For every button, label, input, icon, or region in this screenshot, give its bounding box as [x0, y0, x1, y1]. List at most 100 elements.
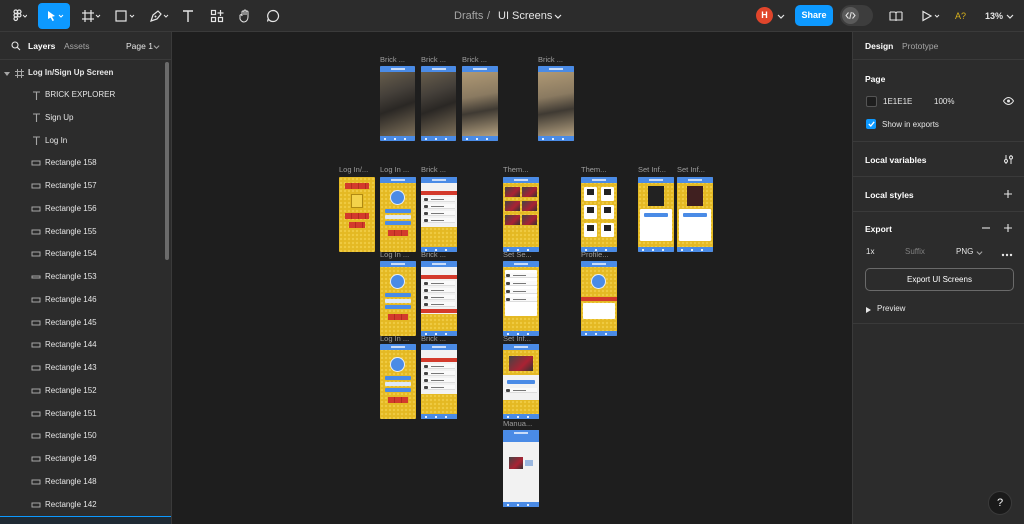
screen-login-form-2[interactable]: [380, 261, 416, 336]
frame-label-brick-5[interactable]: Brick ...: [421, 165, 456, 174]
screen-set-info-1[interactable]: [638, 177, 674, 252]
screen-brick-camera-4[interactable]: [538, 66, 574, 141]
local-variables-label[interactable]: Local variables: [865, 155, 926, 165]
frame-label-setinf-3[interactable]: Set Inf...: [503, 334, 538, 343]
figma-menu-icon[interactable]: [6, 3, 32, 29]
hand-tool-icon[interactable]: [234, 3, 256, 29]
export-ui-screens-button[interactable]: Export UI Screens: [865, 268, 1014, 291]
screen-brick-camera-2[interactable]: [421, 66, 456, 141]
eye-icon[interactable]: [1002, 96, 1015, 107]
page-chevron-icon[interactable]: [153, 43, 160, 52]
show-in-exports-checkbox[interactable]: [866, 119, 876, 129]
dev-mode-toggle[interactable]: [840, 5, 873, 26]
local-styles-label[interactable]: Local styles: [865, 190, 914, 200]
layer-row[interactable]: Rectangle 154: [0, 243, 165, 265]
screen-brick-list-1[interactable]: [421, 177, 457, 252]
frame-label-setinf-2[interactable]: Set Inf...: [677, 165, 712, 174]
frame-label-login-1[interactable]: Log In/...: [339, 165, 374, 174]
local-variables-section[interactable]: Local variables: [853, 142, 1024, 177]
layer-row[interactable]: Rectangle 144: [0, 334, 165, 356]
layer-row[interactable]: Rectangle 145: [0, 312, 165, 334]
tab-assets[interactable]: Assets: [64, 32, 90, 60]
frame-label-login-2[interactable]: Log In ...: [380, 165, 415, 174]
preview-label[interactable]: Preview: [877, 304, 905, 313]
tab-design[interactable]: Design: [865, 32, 893, 60]
layer-row[interactable]: Rectangle 156: [0, 198, 165, 220]
page-color-swatch[interactable]: [866, 96, 877, 107]
move-tool-icon[interactable]: [38, 3, 70, 29]
file-name[interactable]: UI Screens: [498, 0, 552, 32]
pen-tool-icon[interactable]: [145, 3, 173, 29]
local-styles-section[interactable]: Local styles: [853, 177, 1024, 212]
comment-icon[interactable]: [262, 3, 284, 29]
help-button[interactable]: ?: [988, 491, 1012, 515]
tab-prototype[interactable]: Prototype: [902, 32, 938, 60]
layer-row[interactable]: Rectangle 148: [0, 471, 165, 493]
page-selector[interactable]: Page 1: [126, 32, 153, 60]
design-canvas[interactable]: Brick ... Brick ... Brick ... Brick ... …: [172, 32, 852, 524]
notification-badge[interactable]: A?: [955, 0, 966, 32]
zoom-chevron-icon[interactable]: [1005, 3, 1015, 29]
format-chevron-icon[interactable]: [976, 249, 983, 258]
frame-label-login-3[interactable]: Log In ...: [380, 250, 415, 259]
layer-row[interactable]: Log In: [0, 130, 165, 152]
layer-row[interactable]: Rectangle 149: [0, 448, 165, 470]
frame-label-brick-1[interactable]: Brick ...: [380, 55, 412, 64]
screen-brick-list-3[interactable]: [421, 344, 457, 419]
screen-themes-1[interactable]: [503, 177, 539, 252]
add-export-icon[interactable]: [1003, 223, 1013, 235]
screen-manual[interactable]: [503, 430, 539, 507]
screen-set-info-2[interactable]: [677, 177, 713, 252]
screen-login-form-1[interactable]: [380, 177, 416, 252]
search-icon[interactable]: [11, 41, 21, 53]
resources-icon[interactable]: [206, 3, 228, 29]
layer-row[interactable]: Sign Up: [0, 107, 165, 129]
avatar[interactable]: H: [756, 7, 773, 24]
frame-label-brick-2[interactable]: Brick ...: [421, 55, 453, 64]
add-style-icon[interactable]: [1003, 189, 1013, 201]
frame-label-manual[interactable]: Manua...: [503, 419, 538, 428]
screen-login-signup[interactable]: [339, 177, 375, 252]
screen-brick-camera-3[interactable]: [462, 66, 498, 141]
layers-scrollbar[interactable]: [165, 62, 169, 260]
library-icon[interactable]: [886, 3, 906, 29]
layer-row[interactable]: Rectangle 158: [0, 152, 165, 174]
frame-tool-icon[interactable]: [78, 3, 104, 29]
shape-tool-icon[interactable]: [111, 3, 139, 29]
frame-label-login-4[interactable]: Log In ...: [380, 334, 415, 343]
layer-row[interactable]: Rectangle 153: [0, 266, 165, 288]
avatar-chevron-icon[interactable]: [775, 3, 787, 29]
layer-row[interactable]: Rectangle 157: [0, 175, 165, 197]
frame-label-brick-4[interactable]: Brick ...: [538, 55, 570, 64]
more-options-icon[interactable]: [1001, 250, 1013, 259]
screen-themes-2[interactable]: [581, 177, 617, 252]
chevron-down-icon[interactable]: [553, 3, 563, 29]
breadcrumb-project[interactable]: Drafts: [454, 0, 483, 32]
variables-adjust-icon[interactable]: [1003, 154, 1014, 167]
export-format-select[interactable]: PNG: [956, 247, 973, 256]
page-color-hex[interactable]: 1E1E1E: [883, 97, 912, 106]
frame-label-profile[interactable]: Profile...: [581, 250, 616, 259]
remove-export-icon[interactable]: [981, 223, 991, 235]
screen-profile[interactable]: [581, 261, 617, 336]
layer-row[interactable]: Rectangle 142: [0, 494, 165, 516]
text-tool-icon[interactable]: [178, 3, 198, 29]
tab-layers[interactable]: Layers: [28, 32, 55, 60]
page-opacity[interactable]: 100%: [934, 97, 954, 106]
layer-row[interactable]: Rectangle 150: [0, 425, 165, 447]
layer-frame-login-signup[interactable]: Log In/Sign Up Screen: [0, 62, 165, 84]
frame-label-brick-6[interactable]: Brick ...: [421, 250, 456, 259]
frame-label-them-1[interactable]: Them...: [503, 165, 538, 174]
screen-brick-camera-1[interactable]: [380, 66, 415, 141]
export-scale[interactable]: 1x: [866, 247, 874, 256]
layer-row[interactable]: Rectangle 155: [0, 221, 165, 243]
present-icon[interactable]: [917, 3, 945, 29]
collapse-arrow-icon[interactable]: [4, 70, 10, 76]
screen-brick-list-2[interactable]: [421, 261, 457, 336]
screen-login-form-3[interactable]: [380, 344, 416, 419]
zoom-level[interactable]: 13%: [985, 0, 1003, 32]
layer-row[interactable]: Rectangle 152: [0, 380, 165, 402]
export-suffix-input[interactable]: Suffix: [905, 247, 925, 256]
layer-row[interactable]: BRICK EXPLORER: [0, 84, 165, 106]
screen-set-info-3[interactable]: [503, 344, 539, 419]
